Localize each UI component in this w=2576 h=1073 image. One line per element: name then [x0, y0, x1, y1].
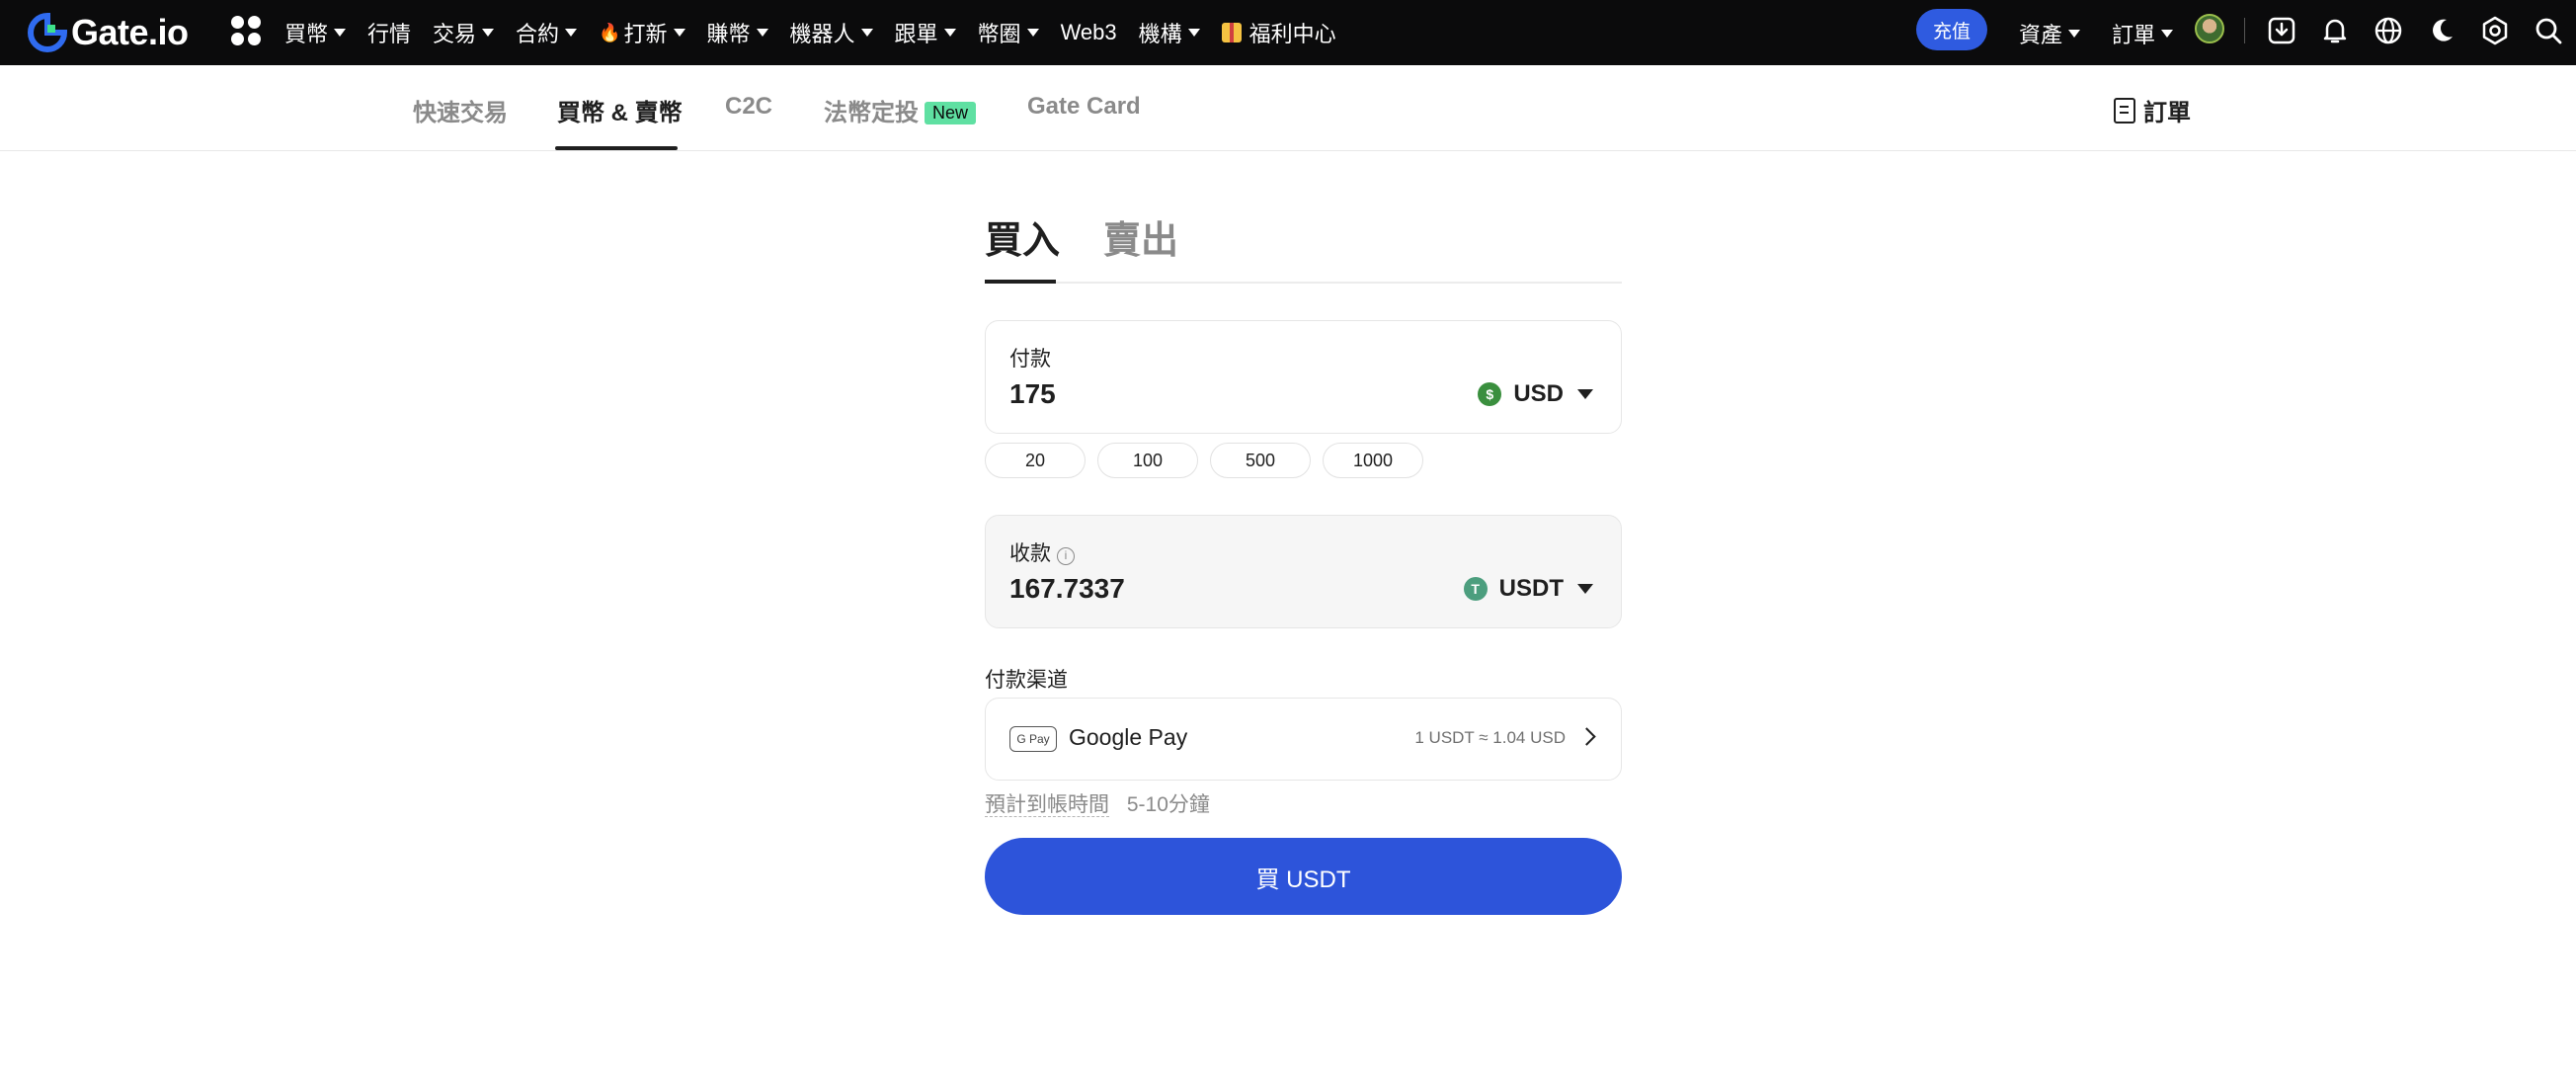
nav-futures[interactable]: 合約: [516, 17, 578, 48]
main-menu: 買幣 行情 交易 合約 🔥 打新 賺幣 機器人 跟單 幣圈 Web3 機構 福利中…: [284, 0, 1358, 65]
caret-down-icon: [860, 29, 873, 37]
avatar[interactable]: [2195, 14, 2224, 43]
eta-label[interactable]: 預計到帳時間: [985, 793, 1109, 817]
settings-icon[interactable]: [2479, 15, 2511, 46]
quick-amount-chip[interactable]: 500: [1210, 443, 1311, 478]
divider: [2244, 18, 2245, 43]
nav-earn[interactable]: 賺幣: [707, 17, 768, 48]
buy-sell-tabs: 買入 賣出: [985, 198, 1622, 284]
quick-amount-chip[interactable]: 1000: [1323, 443, 1423, 478]
usdt-coin-icon: T: [1463, 577, 1488, 601]
orders-link[interactable]: 訂單: [2114, 93, 2191, 127]
assets-menu[interactable]: 資產: [2019, 18, 2081, 49]
deposit-button[interactable]: 充值: [1916, 9, 1987, 50]
gate-logo-icon: [28, 13, 67, 52]
globe-icon[interactable]: [2373, 15, 2404, 46]
search-icon[interactable]: [2533, 15, 2564, 46]
tab-gate-card[interactable]: Gate Card: [1027, 93, 1141, 121]
caret-down-icon: [1577, 584, 1593, 594]
tab-buy[interactable]: 買入: [985, 209, 1060, 264]
top-navbar: Gate.io 買幣 行情 交易 合約 🔥 打新 賺幣 機器人 跟單 幣圈 Web…: [0, 0, 2576, 65]
nav-trade[interactable]: 交易: [433, 17, 495, 48]
orders-menu[interactable]: 訂單: [2112, 18, 2174, 49]
pay-amount-box[interactable]: 付款 175 $ USD: [985, 320, 1622, 434]
nav-community[interactable]: 幣圈: [978, 17, 1039, 48]
buy-usdt-button[interactable]: 買 USDT: [985, 838, 1622, 915]
exchange-rate: 1 USDT ≈ 1.04 USD: [1414, 728, 1566, 747]
eta-value: 5-10分鐘: [1126, 793, 1210, 816]
usd-coin-icon: $: [1478, 382, 1502, 406]
pay-currency-select[interactable]: $ USD: [1478, 380, 1593, 408]
caret-down-icon: [756, 29, 768, 37]
caret-down-icon: [1026, 29, 1039, 37]
active-tab-indicator: [985, 280, 1056, 284]
buy-sell-form: 買入 賣出 付款 175 $ USD 20 100 500 1000 收款 i 1…: [985, 198, 1622, 915]
quick-amount-chip[interactable]: 20: [985, 443, 1086, 478]
caret-down-icon: [1577, 389, 1593, 399]
nav-institutional[interactable]: 機構: [1139, 17, 1200, 48]
estimated-arrival: 預計到帳時間 5-10分鐘: [985, 788, 1210, 818]
fire-icon: 🔥: [599, 22, 621, 42]
nav-markets[interactable]: 行情: [367, 17, 411, 48]
payment-channel-select[interactable]: G Pay Google Pay 1 USDT ≈ 1.04 USD: [985, 698, 1622, 781]
payment-channel-title: 付款渠道: [985, 669, 1068, 692]
new-badge: New: [925, 102, 977, 124]
document-icon: [2114, 97, 2135, 124]
nav-launchpad[interactable]: 🔥 打新: [599, 17, 685, 48]
nav-rewards-center[interactable]: 福利中心: [1221, 17, 1336, 48]
receive-currency-select[interactable]: T USDT: [1463, 575, 1593, 603]
tab-c2c[interactable]: C2C: [725, 93, 772, 121]
nav-buy-crypto[interactable]: 買幣: [284, 17, 347, 48]
moon-icon[interactable]: [2426, 15, 2457, 46]
tab-quick-trade[interactable]: 快速交易: [413, 93, 508, 127]
tab-fiat-recurring[interactable]: 法幣定投 New: [824, 93, 977, 127]
chevron-right-icon: [1577, 727, 1596, 746]
pay-label: 付款: [1009, 348, 1051, 371]
gateio-logo[interactable]: Gate.io: [28, 10, 189, 55]
nav-copy-trading[interactable]: 跟單: [895, 17, 956, 48]
quick-amount-chip[interactable]: 100: [1097, 443, 1198, 478]
quick-amounts: 20 100 500 1000: [985, 443, 1423, 478]
bell-icon[interactable]: [2319, 15, 2351, 46]
google-pay-logo-icon: G Pay: [1009, 726, 1057, 752]
tab-sell[interactable]: 賣出: [1103, 209, 1178, 264]
payment-method-name: Google Pay: [1069, 724, 1188, 750]
pay-amount-input[interactable]: 175: [1009, 378, 1056, 410]
active-tab-indicator: [555, 146, 678, 150]
caret-down-icon: [1187, 29, 1200, 37]
caret-down-icon: [482, 29, 495, 37]
receive-label: 收款 i: [1009, 537, 1075, 567]
gift-icon: [1221, 23, 1242, 42]
receive-amount-box: 收款 i 167.7337 T USDT: [985, 515, 1622, 628]
caret-down-icon: [2161, 30, 2174, 38]
download-icon[interactable]: [2266, 15, 2297, 46]
caret-down-icon: [2068, 30, 2081, 38]
caret-down-icon: [334, 29, 347, 37]
tab-buy-sell-crypto[interactable]: 買幣 & 賣幣: [557, 93, 683, 127]
nav-bots[interactable]: 機器人: [790, 17, 873, 48]
sub-navbar: 快速交易 買幣 & 賣幣 C2C 法幣定投 New Gate Card 訂單: [0, 65, 2576, 151]
apps-grid-icon[interactable]: [231, 16, 261, 45]
info-icon[interactable]: i: [1057, 547, 1075, 565]
caret-down-icon: [565, 29, 578, 37]
caret-down-icon: [673, 29, 685, 37]
receive-amount: 167.7337: [1009, 573, 1125, 604]
logo-text: Gate.io: [71, 12, 189, 52]
nav-web3[interactable]: Web3: [1061, 20, 1117, 45]
caret-down-icon: [943, 29, 956, 37]
